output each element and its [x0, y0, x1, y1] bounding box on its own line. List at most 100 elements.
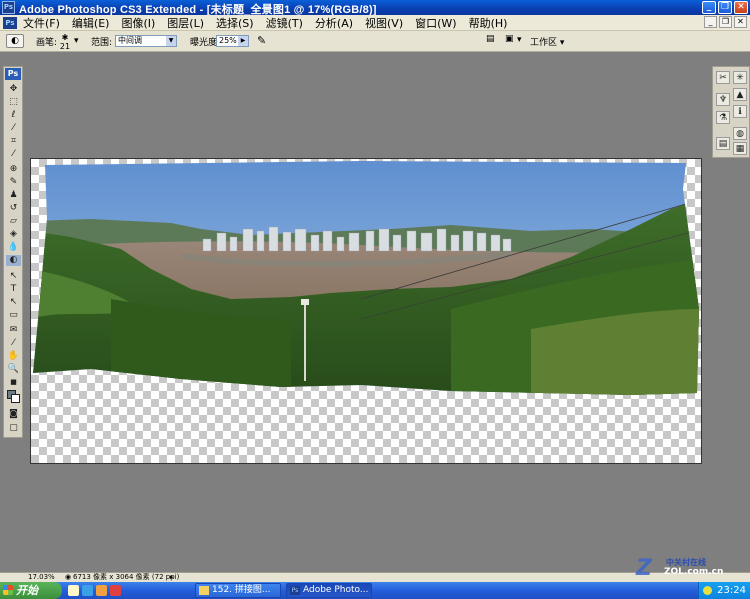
range-select[interactable]: 中间调 ▼	[115, 35, 177, 47]
document-window-controls: _ ❐ ✕	[704, 16, 747, 28]
background-color-swatch[interactable]	[11, 394, 20, 403]
menu-window[interactable]: 窗口(W)	[415, 15, 456, 31]
document-size: 6713 像素 x 3064 像素 (72 ppi)	[73, 573, 180, 581]
taskbar-item-photoshop[interactable]: Ps Adobe Photo...	[286, 583, 372, 598]
brush-size-value: 21	[59, 42, 71, 51]
bridge-dropdown-icon[interactable]: ▾	[517, 35, 522, 45]
menu-edit[interactable]: 编辑(E)	[72, 15, 110, 31]
slice-tool-icon[interactable]: ⁄	[6, 149, 21, 160]
color-palette-icon[interactable]: ◍	[733, 127, 747, 140]
folder-icon	[199, 586, 209, 595]
doc-minimize-button[interactable]: _	[704, 16, 717, 28]
brush-dropdown-arrow-icon[interactable]: ▾	[74, 36, 79, 46]
toolbox: Ps ✥ ⬚ ℓ ⁄ ⌗ ⁄ ⊕ ✎ ♟ ↺ ▱ ◈ 💧 ◐ ↖ T ↖ ▭ ✉…	[3, 66, 23, 438]
brush-preset-picker[interactable]: ✱ 21	[58, 33, 72, 51]
clone-source-icon[interactable]: ▤	[716, 137, 730, 150]
ps-logo[interactable]: Ps	[5, 68, 21, 80]
brush-dot-icon: ✱	[61, 33, 69, 42]
menu-analysis[interactable]: 分析(A)	[315, 15, 353, 31]
lasso-tool-icon[interactable]: ℓ	[6, 110, 21, 121]
restore-button[interactable]: ❐	[718, 1, 732, 14]
tool-presets-icon[interactable]: ⚗	[716, 111, 730, 124]
brushes-palette-icon[interactable]: ♆	[716, 93, 730, 106]
watermark-logo-icon: Z	[636, 556, 652, 581]
move-tool-icon[interactable]: ✥	[6, 84, 21, 95]
windows-logo-icon	[3, 585, 13, 595]
taskbar-item-label: Adobe Photo...	[303, 585, 369, 595]
panorama-image	[33, 161, 699, 395]
close-button[interactable]: ✕	[734, 1, 748, 14]
menu-view[interactable]: 视图(V)	[365, 15, 403, 31]
hand-tool-icon[interactable]: ✋	[6, 351, 21, 362]
eyedropper-tool-icon[interactable]: ⁄	[6, 338, 21, 349]
doc-close-button[interactable]: ✕	[734, 16, 747, 28]
minimize-button[interactable]: _	[702, 1, 716, 14]
dodge-tool-icon[interactable]: ◐	[6, 255, 21, 266]
path-selection-tool-icon[interactable]: ↖	[6, 271, 21, 282]
show-desktop-icon[interactable]	[68, 585, 79, 596]
status-menu-arrow-icon[interactable]: ▸	[170, 573, 174, 582]
palette-dock: ✂ ✳ ♆ ▲ ⚗ ℹ ▤ ◍ ▦	[712, 66, 750, 158]
histogram-icon[interactable]: ▲	[733, 88, 747, 101]
swatches-icon[interactable]: ▦	[733, 142, 747, 155]
default-colors-icon[interactable]: ■	[6, 377, 21, 388]
quick-mask-icon[interactable]: ◙	[6, 409, 21, 420]
document-icon[interactable]: Ps	[3, 16, 17, 29]
photoshop-app-icon[interactable]: Ps	[2, 1, 15, 14]
zoom-tool-icon[interactable]: 🔍	[6, 364, 21, 375]
taskbar: 开始 152. 拼接图... Ps Adobe Photo... 23:24	[0, 582, 750, 599]
bridge-icon[interactable]: ▣	[505, 34, 514, 44]
rectangle-tool-icon[interactable]: ▭	[6, 310, 21, 321]
menu-image[interactable]: 图像(I)	[121, 15, 155, 31]
screen-mode-icon[interactable]: ▢	[6, 423, 21, 434]
watermark: Z 中关村在线 ZOL.com.cn	[636, 556, 740, 581]
taskbar-item-folder[interactable]: 152. 拼接图...	[195, 583, 281, 598]
navigator-icon[interactable]: ✳	[733, 71, 747, 84]
doc-restore-button[interactable]: ❐	[719, 16, 732, 28]
media-player-icon[interactable]	[96, 585, 107, 596]
workspace-label: 工作区	[530, 38, 558, 48]
history-brush-tool-icon[interactable]: ↺	[6, 203, 21, 214]
clock[interactable]: 23:24	[717, 585, 746, 596]
document-canvas[interactable]	[30, 158, 702, 464]
menu-select[interactable]: 选择(S)	[216, 15, 254, 31]
notes-tool-icon[interactable]: ✉	[6, 325, 21, 336]
info-icon[interactable]: ℹ	[733, 105, 747, 118]
palette-well-icon[interactable]: ▤	[486, 34, 495, 44]
clone-stamp-tool-icon[interactable]: ♟	[6, 190, 21, 201]
exposure-input[interactable]: 25% ▶	[216, 35, 249, 47]
workspace-button[interactable]: 工作区 ▾	[530, 35, 564, 48]
quick-launch-app-icon[interactable]	[110, 585, 121, 596]
airbrush-icon[interactable]: ✎	[257, 34, 266, 47]
marquee-tool-icon[interactable]: ⬚	[6, 97, 21, 108]
title-bar: Ps Adobe Photoshop CS3 Extended - [未标题_全…	[0, 0, 750, 16]
chevron-right-icon: ▶	[238, 36, 248, 46]
info-arrow-icon[interactable]: ◉	[65, 573, 71, 582]
exposure-value: 25%	[219, 36, 237, 45]
menu-help[interactable]: 帮助(H)	[469, 15, 508, 31]
paint-bucket-tool-icon[interactable]: ◈	[6, 229, 21, 240]
zoom-level[interactable]: 17.03%	[28, 573, 55, 582]
type-tool-icon[interactable]: T	[6, 284, 21, 295]
magic-wand-tool-icon[interactable]: ⁄	[6, 123, 21, 134]
tool-preset-picker[interactable]: ◐	[6, 34, 24, 48]
crop-tool-icon[interactable]: ⌗	[6, 136, 21, 147]
range-label: 范围:	[91, 38, 113, 48]
watermark-url: ZOL.com.cn	[664, 567, 724, 577]
menu-bar: Ps 文件(F) 编辑(E) 图像(I) 图层(L) 选择(S) 滤镜(T) 分…	[0, 15, 750, 31]
menu-filter[interactable]: 滤镜(T)	[266, 15, 303, 31]
menu-layer[interactable]: 图层(L)	[167, 15, 204, 31]
direct-selection-tool-icon[interactable]: ↖	[6, 297, 21, 308]
browser-icon[interactable]	[82, 585, 93, 596]
start-button[interactable]: 开始	[0, 582, 62, 599]
window-controls: _ ❐ ✕	[702, 1, 748, 14]
healing-brush-tool-icon[interactable]: ⊕	[6, 164, 21, 175]
blur-tool-icon[interactable]: 💧	[6, 242, 21, 253]
menu-file[interactable]: 文件(F)	[23, 15, 60, 31]
tray-icon[interactable]	[703, 586, 712, 595]
start-label: 开始	[16, 584, 38, 597]
brush-tool-icon[interactable]: ✎	[6, 177, 21, 188]
eraser-tool-icon[interactable]: ▱	[6, 216, 21, 227]
tools-palette-icon[interactable]: ✂	[716, 71, 730, 84]
photoshop-icon: Ps	[290, 586, 300, 595]
